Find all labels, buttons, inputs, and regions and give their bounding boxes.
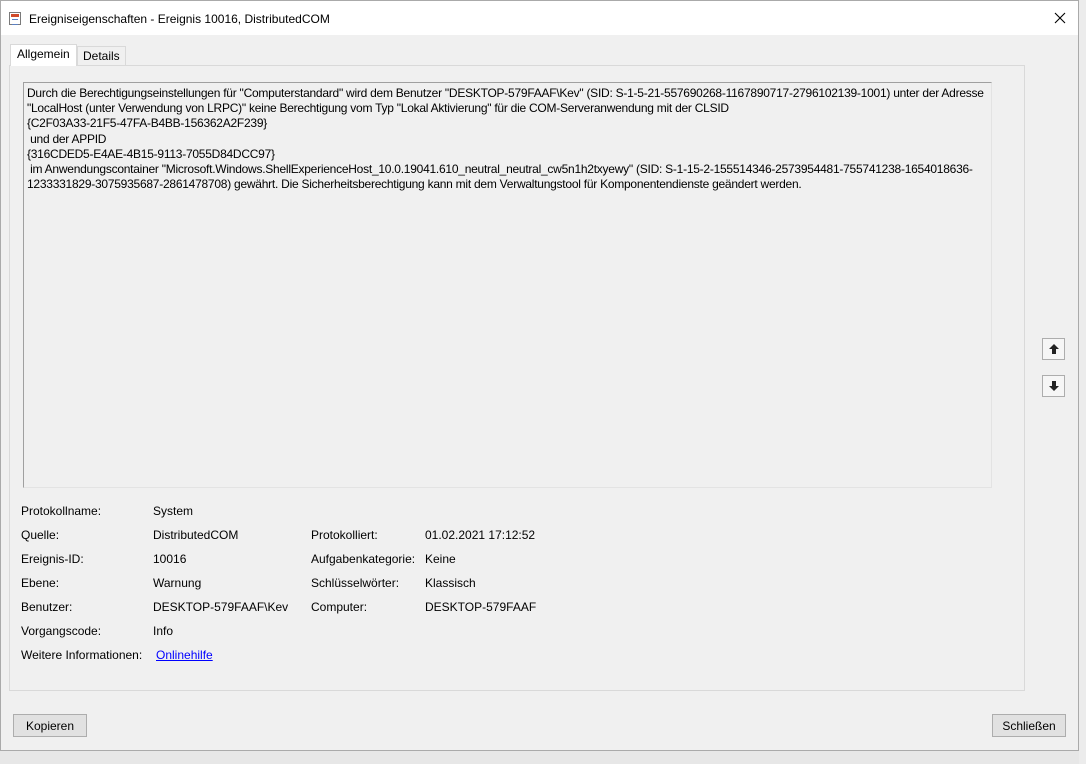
copy-button[interactable]: Kopieren [13, 714, 87, 737]
window-title: Ereigniseigenschaften - Ereignis 10016, … [29, 12, 330, 26]
label-weitere-informationen: Weitere Informationen: [21, 648, 143, 662]
value-quelle: DistributedCOM [153, 528, 239, 542]
tab-details[interactable]: Details [77, 46, 126, 66]
arrow-down-icon [1048, 381, 1059, 391]
next-event-button[interactable] [1042, 375, 1065, 397]
event-viewer-icon [9, 12, 21, 25]
value-benutzer: DESKTOP-579FAAF\Kev [153, 600, 289, 614]
value-ereignis-id: 10016 [153, 552, 187, 566]
label-benutzer: Benutzer: [21, 600, 73, 614]
label-computer: Computer: [311, 600, 368, 614]
online-help-link[interactable]: Onlinehilfe [156, 648, 213, 662]
label-vorgangscode: Vorgangscode: [21, 624, 102, 638]
previous-event-button[interactable] [1042, 338, 1065, 360]
arrow-up-icon [1048, 344, 1059, 354]
value-aufgabenkategorie: Keine [425, 552, 456, 566]
label-ereignis-id: Ereignis-ID: [21, 552, 84, 566]
value-ebene: Warnung [153, 576, 202, 590]
value-protokolliert: 01.02.2021 17:12:52 [425, 528, 536, 542]
event-properties-window: Ereigniseigenschaften - Ereignis 10016, … [0, 0, 1079, 751]
label-aufgabenkategorie: Aufgabenkategorie: [311, 552, 416, 566]
label-quelle: Quelle: [21, 528, 60, 542]
close-button[interactable]: Schließen [992, 714, 1066, 737]
value-computer: DESKTOP-579FAAF [425, 600, 537, 614]
label-schluesselwoerter: Schlüsselwörter: [311, 576, 400, 590]
value-vorgangscode: Info [153, 624, 174, 638]
label-ebene: Ebene: [21, 576, 60, 590]
title-bar: Ereigniseigenschaften - Ereignis 10016, … [1, 1, 1078, 35]
window-shadow-bottom [0, 751, 1079, 764]
event-description[interactable]: Durch die Berechtigungseinstellungen für… [23, 82, 992, 488]
tab-allgemein[interactable]: Allgemein [10, 44, 77, 66]
label-protokollname: Protokollname: [21, 504, 102, 518]
close-icon [1054, 12, 1066, 24]
close-window-button[interactable] [1041, 1, 1079, 35]
window-shadow-right [1079, 0, 1086, 764]
label-protokolliert: Protokolliert: [311, 528, 378, 542]
value-schluesselwoerter: Klassisch [425, 576, 476, 590]
value-protokollname: System [153, 504, 194, 518]
